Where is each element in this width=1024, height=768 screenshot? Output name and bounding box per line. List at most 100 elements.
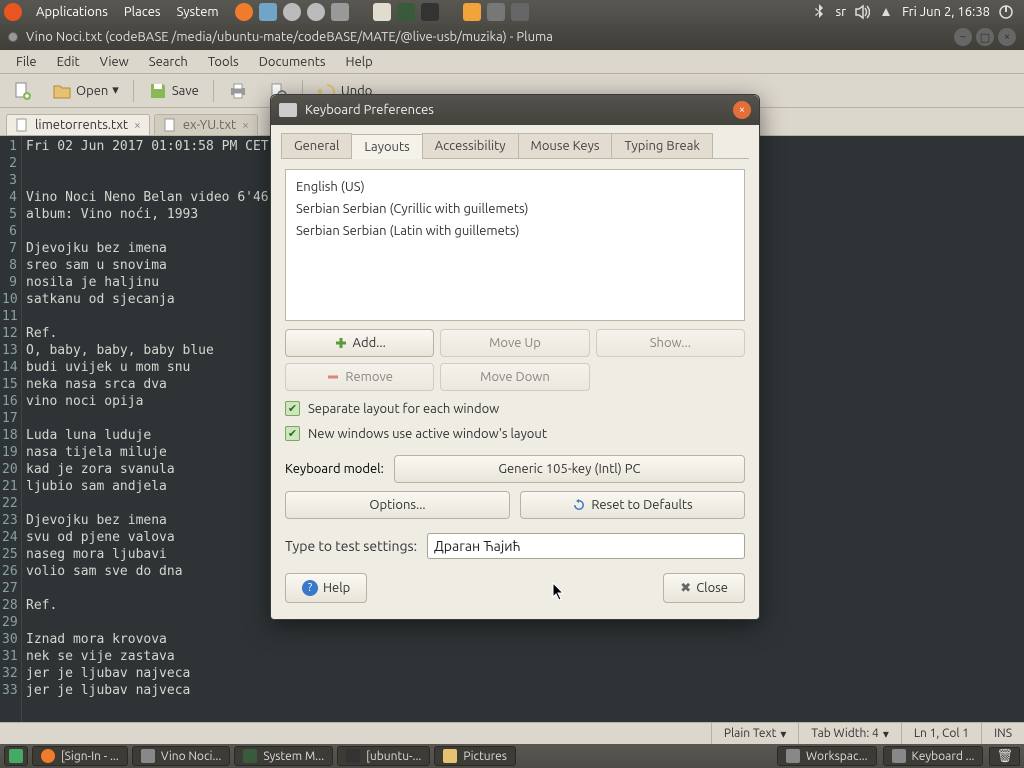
menu-view[interactable]: View [90,55,139,69]
move-up-button[interactable]: Move Up [440,329,589,357]
tab-typing-break[interactable]: Typing Break [611,133,713,158]
clock[interactable]: Fri Jun 2, 16:38 [902,5,990,19]
window-minimize-icon[interactable]: – [954,28,972,46]
launcher-terminal-icon[interactable] [421,3,439,21]
type-test-input[interactable] [427,533,745,559]
bluetooth-icon[interactable] [811,4,827,20]
help-icon: ? [302,580,318,596]
add-layout-button[interactable]: Add... [285,329,434,357]
tab-close-icon[interactable]: × [242,119,249,132]
launcher-app5-icon[interactable] [331,3,349,21]
task-keyboard-prefs[interactable]: Keyboard ... [883,746,984,766]
network-icon[interactable] [878,4,894,20]
menu-search[interactable]: Search [139,55,198,69]
menu-edit[interactable]: Edit [47,55,90,69]
terminal-icon [346,749,360,763]
menu-applications[interactable]: Applications [28,5,116,19]
new-file-icon [12,81,32,101]
task-firefox[interactable]: [Sign-In - ... [32,746,128,766]
show-desktop-button[interactable] [4,746,28,766]
window-maximize-icon[interactable]: □ [976,28,994,46]
task-pluma[interactable]: Vino Noci... [132,746,230,766]
menu-tools[interactable]: Tools [198,55,249,69]
launcher-magnifier-icon[interactable] [307,3,325,21]
checkbox-new-windows[interactable] [285,426,300,441]
refresh-icon [572,498,586,512]
minus-icon [326,370,340,384]
workspace-switcher[interactable]: Workspac... [777,746,877,766]
launcher-home-icon[interactable] [259,3,277,21]
move-down-button[interactable]: Move Down [440,363,589,391]
keyboard-model-button[interactable]: Generic 105-key (Intl) PC [394,455,745,483]
start-icon[interactable] [4,3,22,21]
launcher-vlc-icon[interactable] [463,3,481,21]
keyboard-indicator[interactable]: sr [835,5,846,19]
text-file-icon [163,118,177,132]
folder-icon [443,749,457,763]
reset-defaults-button[interactable]: Reset to Defaults [520,491,745,519]
menu-documents[interactable]: Documents [249,55,336,69]
tab-mouse-keys[interactable]: Mouse Keys [518,133,613,158]
new-windows-label: New windows use active window's layout [308,427,547,441]
type-test-label: Type to test settings: [285,538,417,554]
task-terminal[interactable]: [ubuntu-... [337,746,430,766]
close-icon: ✖ [680,581,691,596]
chevron-down-icon: ▾ [883,727,889,741]
system-monitor-icon [243,749,257,763]
separate-layout-label: Separate layout for each window [308,402,499,416]
save-label: Save [172,84,199,98]
tab-limetorrents[interactable]: limetorrents.txt × [6,114,150,135]
checkbox-separate-layout[interactable] [285,401,300,416]
dialog-titlebar[interactable]: Keyboard Preferences × [271,95,759,125]
launcher-sysmon-icon[interactable] [397,3,415,21]
launcher-app10-icon[interactable] [487,3,505,21]
window-close-icon[interactable]: × [998,28,1016,46]
top-panel: Applications Places System sr Fri Jun 2,… [0,0,1024,24]
menu-system[interactable]: System [169,5,227,19]
status-insert-mode[interactable]: INS [981,723,1024,744]
remove-layout-button[interactable]: Remove [285,363,434,391]
shutdown-icon[interactable] [998,4,1014,20]
layout-list-item[interactable]: English (US) [296,176,734,198]
status-language[interactable]: Plain Text▾ [711,723,799,744]
text-editor-icon [141,749,155,763]
text-file-icon [15,118,29,132]
status-tab-width[interactable]: Tab Width: 4▾ [798,723,900,744]
launcher-firefox-icon[interactable] [235,3,253,21]
layouts-list[interactable]: English (US)Serbian Serbian (Cyrillic wi… [285,169,745,321]
trash-icon[interactable]: 🗑 [989,747,1020,766]
workspace-icon [786,749,800,763]
launcher-camera-icon[interactable] [511,3,529,21]
options-button[interactable]: Options... [285,491,510,519]
pluma-titlebar: Vino Noci.txt (codeBASE /media/ubuntu-ma… [0,24,1024,50]
menu-file[interactable]: File [6,55,47,69]
tab-general[interactable]: General [281,133,352,158]
launcher-files-icon[interactable] [373,3,391,21]
tab-close-icon[interactable]: × [134,119,141,132]
show-layout-button[interactable]: Show... [596,329,745,357]
new-file-button[interactable] [6,78,38,104]
tab-layouts[interactable]: Layouts [351,134,422,159]
layout-list-item[interactable]: Serbian Serbian (Cyrillic with guillemet… [296,198,734,220]
task-system-monitor[interactable]: System M... [234,746,333,766]
menu-places[interactable]: Places [116,5,169,19]
menu-help[interactable]: Help [336,55,383,69]
folder-open-icon [52,81,72,101]
dialog-close-icon[interactable]: × [733,101,751,119]
status-cursor-pos: Ln 1, Col 1 [901,723,981,744]
task-pictures[interactable]: Pictures [434,746,516,766]
tab-ex-yu[interactable]: ex-YU.txt × [154,114,258,135]
close-button[interactable]: ✖ Close [663,573,745,603]
layout-list-item[interactable]: Serbian Serbian (Latin with guillemets) [296,220,734,242]
save-button[interactable]: Save [142,78,205,104]
window-title: Vino Noci.txt (codeBASE /media/ubuntu-ma… [26,30,553,44]
launcher-search-icon[interactable] [283,3,301,21]
help-button[interactable]: ? Help [285,573,367,603]
volume-icon[interactable] [854,4,870,20]
open-label: Open [76,84,108,98]
open-button[interactable]: Open ▾ [46,78,125,104]
print-button[interactable] [222,78,254,104]
tab-accessibility[interactable]: Accessibility [422,133,519,158]
dialog-title: Keyboard Preferences [305,103,434,117]
keyboard-icon [892,749,906,763]
